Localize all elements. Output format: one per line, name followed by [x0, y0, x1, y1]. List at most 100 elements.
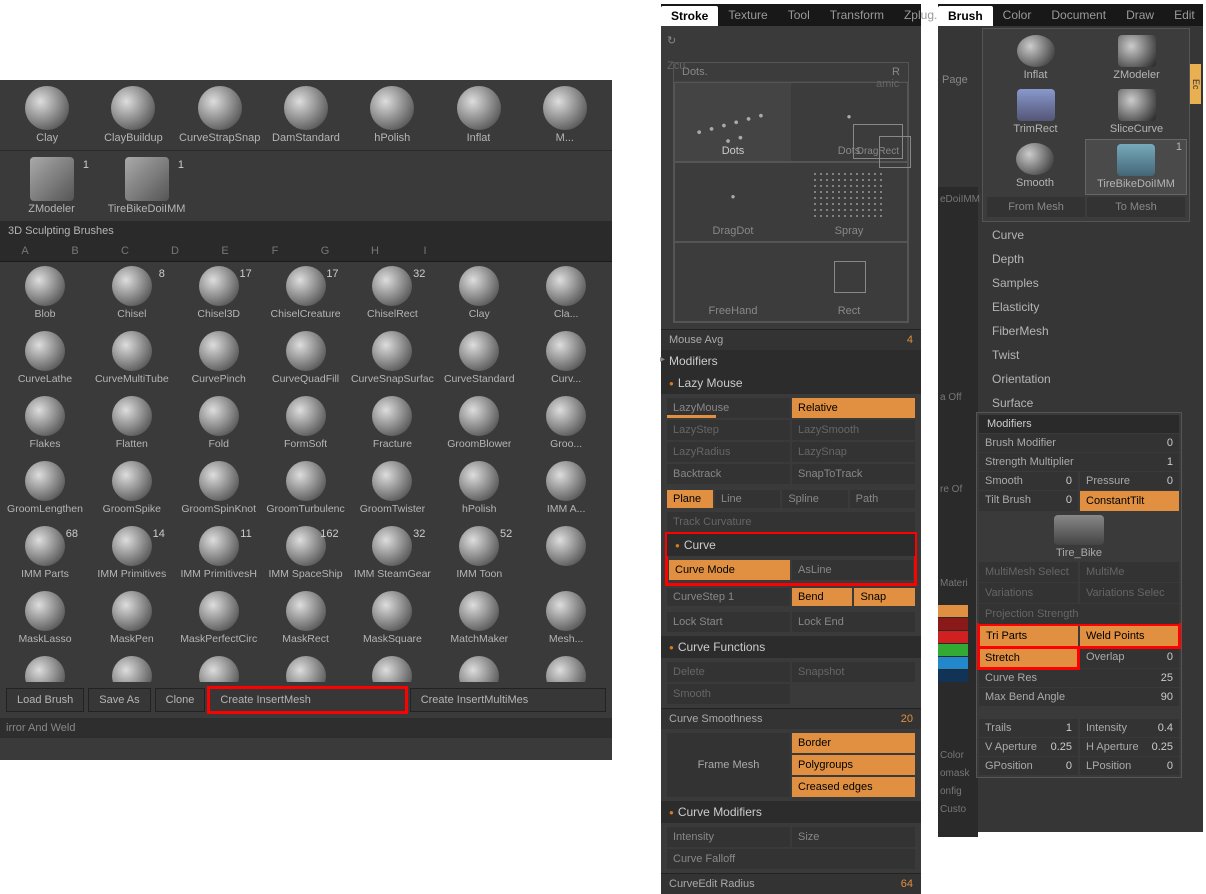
- alpha-A[interactable]: A: [0, 241, 50, 261]
- snaptotrack[interactable]: SnapToTrack: [792, 464, 915, 484]
- brush-planar[interactable]: Planar: [176, 656, 262, 682]
- smooth-curve[interactable]: Smooth: [667, 684, 790, 704]
- lazystep[interactable]: LazyStep: [667, 420, 790, 440]
- brush-modifier-slider[interactable]: Brush Modifier0: [979, 434, 1179, 452]
- intensity-opt[interactable]: Intensity: [667, 827, 790, 847]
- curvestep[interactable]: CurveStep 1: [667, 588, 790, 606]
- tab-texture[interactable]: Texture: [718, 5, 777, 25]
- brush-groo[interactable]: Groo...: [523, 396, 609, 459]
- brush-imma[interactable]: IMM A...: [523, 461, 609, 524]
- curve-falloff[interactable]: Curve Falloff: [667, 849, 915, 869]
- lazysnap[interactable]: LazySnap: [792, 442, 915, 462]
- curveedit-radius-slider[interactable]: CurveEdit Radius 64: [661, 873, 921, 894]
- delete-curve[interactable]: Delete: [667, 662, 790, 682]
- alpha-E[interactable]: E: [200, 241, 250, 261]
- alpha-B[interactable]: B: [50, 241, 100, 261]
- brush-cla[interactable]: Cla...: [523, 266, 609, 329]
- brush-groomturbulenc[interactable]: GroomTurbulenc: [263, 461, 349, 524]
- recent-brush-m...[interactable]: M...: [522, 86, 608, 144]
- brush-masksquare[interactable]: MaskSquare: [349, 591, 435, 654]
- recent-brush-curvestrapsnap[interactable]: CurveStrapSnap: [177, 86, 263, 144]
- swatch-darkred[interactable]: [938, 618, 968, 630]
- strength-mult-slider[interactable]: Strength Multiplier1: [979, 453, 1179, 471]
- brush-immsteamgear[interactable]: 32IMM SteamGear: [349, 526, 435, 589]
- size-opt[interactable]: Size: [792, 827, 915, 847]
- brush-curvemultitube[interactable]: CurveMultiTube: [89, 331, 175, 394]
- brush-maskpen[interactable]: MaskPen: [89, 591, 175, 654]
- brush-pinch[interactable]: Pinch: [89, 656, 175, 682]
- recent-brush-hpolish[interactable]: hPolish: [349, 86, 435, 144]
- lazymouse-section[interactable]: Lazy Mouse: [661, 372, 921, 394]
- line-mode[interactable]: Line: [715, 490, 780, 508]
- brush-maskrect[interactable]: MaskRect: [263, 591, 349, 654]
- recent-brush-inflat[interactable]: Inflat: [435, 86, 521, 144]
- curve-modifiers-section[interactable]: Curve Modifiers: [661, 801, 921, 823]
- swatch-green[interactable]: [938, 644, 968, 656]
- weld-points-toggle[interactable]: Weld Points: [1080, 626, 1178, 646]
- multimesh-select[interactable]: MultiMesh Select: [979, 562, 1078, 582]
- creased-edges-toggle[interactable]: Creased edges: [792, 777, 915, 797]
- stroke-rect[interactable]: Rect: [791, 243, 907, 321]
- to-mesh-button[interactable]: To Mesh: [1087, 197, 1185, 217]
- brush-immprimitivesh[interactable]: 11IMM PrimitivesH: [176, 526, 262, 589]
- recent-brush-zmodeler[interactable]: 1ZModeler: [4, 157, 99, 215]
- tab-color[interactable]: Color: [993, 5, 1042, 25]
- alpha-H[interactable]: H: [350, 241, 400, 261]
- relative-toggle[interactable]: Relative: [792, 398, 915, 418]
- stroke-dots[interactable]: Dots: [675, 83, 791, 161]
- max-bend-slider[interactable]: Max Bend Angle90: [979, 688, 1179, 706]
- tilt-brush-slider[interactable]: Tilt Brush0: [979, 491, 1078, 511]
- create-insertmesh-button[interactable]: Create InsertMesh: [209, 688, 405, 712]
- curve-section[interactable]: Curve: [667, 534, 915, 556]
- brush-chiselrect[interactable]: 32ChiselRect: [349, 266, 435, 329]
- tab-draw[interactable]: Draw: [1116, 5, 1164, 25]
- dragrect-icon[interactable]: [857, 126, 877, 146]
- brush-tirebike[interactable]: 1 TireBikeDoiIMM: [1085, 139, 1187, 195]
- alpha-D[interactable]: D: [150, 241, 200, 261]
- brush-chisel3d[interactable]: 17Chisel3D: [176, 266, 262, 329]
- smooth-slider[interactable]: Smooth0: [979, 472, 1078, 490]
- curve-functions-section[interactable]: Curve Functions: [661, 636, 921, 658]
- from-mesh-button[interactable]: From Mesh: [987, 197, 1085, 217]
- brush-groomlengthen[interactable]: GroomLengthen: [2, 461, 88, 524]
- brush-immtoon[interactable]: 52IMM Toon: [436, 526, 522, 589]
- brush-curvepinch[interactable]: CurvePinch: [176, 331, 262, 394]
- tab-document[interactable]: Document: [1041, 5, 1116, 25]
- brush-immprimitives[interactable]: 14IMM Primitives: [89, 526, 175, 589]
- curve-smoothness-slider[interactable]: Curve Smoothness 20: [661, 708, 921, 729]
- path-mode[interactable]: Path: [850, 490, 915, 508]
- create-insertmultimesh-button[interactable]: Create InsertMultiMes: [410, 688, 606, 712]
- border-toggle[interactable]: Border: [792, 733, 915, 753]
- brush-immspaceship[interactable]: 162IMM SpaceShip: [263, 526, 349, 589]
- brush-smooth[interactable]: Smooth: [985, 139, 1085, 195]
- submenu-curve[interactable]: Curve: [982, 223, 1112, 247]
- submenu-elasticity[interactable]: Elasticity: [982, 295, 1112, 319]
- save-as-button[interactable]: Save As: [88, 688, 150, 712]
- brush-fracture[interactable]: Fracture: [349, 396, 435, 459]
- intensity-slider[interactable]: Intensity0.4: [1080, 719, 1179, 737]
- tire-thumbnail-icon[interactable]: [1054, 515, 1104, 545]
- modifiers-header[interactable]: Modifiers: [979, 415, 1179, 433]
- asline-toggle[interactable]: AsLine: [792, 560, 913, 580]
- v-aperture-slider[interactable]: V Aperture0.25: [979, 738, 1078, 756]
- clone-button[interactable]: Clone: [155, 688, 206, 712]
- brush-curv[interactable]: Curv...: [523, 331, 609, 394]
- brush-selectlasso[interactable]: SelectLasso: [436, 656, 522, 682]
- tri-parts-toggle[interactable]: Tri Parts: [980, 626, 1078, 646]
- brush-rake[interactable]: Rake: [349, 656, 435, 682]
- multime[interactable]: MultiMe: [1080, 562, 1179, 582]
- curve-mode-toggle[interactable]: Curve Mode: [669, 560, 790, 580]
- constanttilt-toggle[interactable]: ConstantTilt: [1080, 491, 1179, 511]
- brush-curvequadfill[interactable]: CurveQuadFill: [263, 331, 349, 394]
- swatch-darkblue[interactable]: [938, 670, 968, 682]
- brush-groomspike[interactable]: GroomSpike: [89, 461, 175, 524]
- curve-res-slider[interactable]: Curve Res25: [979, 669, 1179, 687]
- recent-brush-claybuildup[interactable]: ClayBuildup: [90, 86, 176, 144]
- stretch-toggle[interactable]: Stretch: [979, 648, 1078, 668]
- backtrack[interactable]: Backtrack: [667, 464, 790, 484]
- frame-mesh-button[interactable]: Frame Mesh: [667, 733, 790, 797]
- brush-trimrect[interactable]: TrimRect: [985, 85, 1086, 139]
- alpha-I[interactable]: I: [400, 241, 450, 261]
- brush-curvelathe[interactable]: CurveLathe: [2, 331, 88, 394]
- tab-edit[interactable]: Edit: [1164, 5, 1205, 25]
